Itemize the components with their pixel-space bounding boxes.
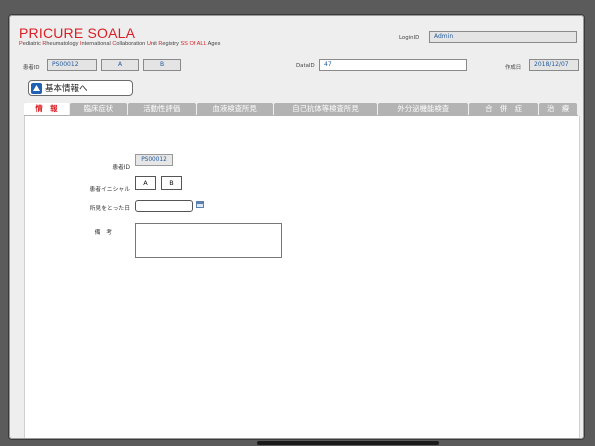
app-subtitle: Pediatric Rheumatology International Col… [19, 41, 220, 47]
patient-id-field[interactable]: PS00012 [47, 59, 97, 71]
app-window: PRICURE SOALA Pediatric Rheumatology Int… [8, 14, 585, 440]
data-id-label: DataID [296, 63, 315, 69]
tab-complications[interactable]: 合 併 症 [469, 103, 539, 115]
tab-info[interactable]: 情 報 [24, 103, 69, 115]
subtitle-part: nternational [81, 41, 113, 47]
form-panel: 患者ID PS00012 患者イニシャル A B 所見をとった日 備 考 [24, 116, 580, 438]
login-id-label: LoginID [399, 35, 420, 41]
initial-1-field[interactable]: A [101, 59, 139, 71]
tab-activity-evaluation[interactable]: 活動性評価 [127, 103, 196, 115]
form-patient-id-field[interactable]: PS00012 [135, 154, 173, 166]
form-patient-id-label: 患者ID [112, 165, 130, 171]
horizontal-scrollbar[interactable] [257, 441, 439, 445]
calendar-icon[interactable] [196, 201, 204, 208]
subtitle-part: SS Of ALL [180, 41, 207, 47]
subtitle-part: Ages [206, 41, 221, 47]
finding-date-label: 所見をとった日 [89, 206, 130, 212]
form-initial-2-field[interactable]: B [161, 176, 182, 190]
initial-2-field[interactable]: B [143, 59, 181, 71]
subtitle-part: egistry [162, 41, 181, 47]
patient-id-label: 患者ID [23, 65, 40, 71]
form-initials-label: 患者イニシャル [89, 187, 130, 193]
up-triangle-icon [31, 82, 42, 94]
login-id-field[interactable]: Admin [429, 31, 577, 43]
app-title: PRICURE SOALA [19, 25, 136, 41]
remarks-label: 備 考 [94, 230, 112, 236]
tab-clinical-symptoms[interactable]: 臨床症状 [69, 103, 127, 115]
tab-blood-test-findings[interactable]: 血液検査所見 [196, 103, 273, 115]
finding-date-field[interactable] [135, 200, 193, 212]
back-button-label: 基本情報へ [45, 84, 88, 94]
tab-autoantibody-findings[interactable]: 自己抗体等検査所見 [273, 103, 378, 115]
tab-exocrine-function[interactable]: 外分泌機能検査 [378, 103, 469, 115]
remarks-field[interactable] [135, 223, 282, 258]
subtitle-part: ollaboration [116, 41, 147, 47]
subtitle-part: heumatology [46, 41, 80, 47]
form-initial-1-field[interactable]: A [135, 176, 156, 190]
tab-bar: 情 報 臨床症状 活動性評価 血液検査所見 自己抗体等検査所見 外分泌機能検査 … [24, 103, 578, 115]
created-date-field[interactable]: 2018/12/07 [529, 59, 579, 71]
data-id-field[interactable]: 47 [319, 59, 467, 71]
tab-treatment[interactable]: 治 療 [539, 103, 577, 115]
created-date-label: 作成日 [505, 65, 522, 71]
subtitle-part: ediatric [22, 41, 43, 47]
back-to-basic-info-button[interactable]: 基本情報へ [28, 80, 133, 96]
